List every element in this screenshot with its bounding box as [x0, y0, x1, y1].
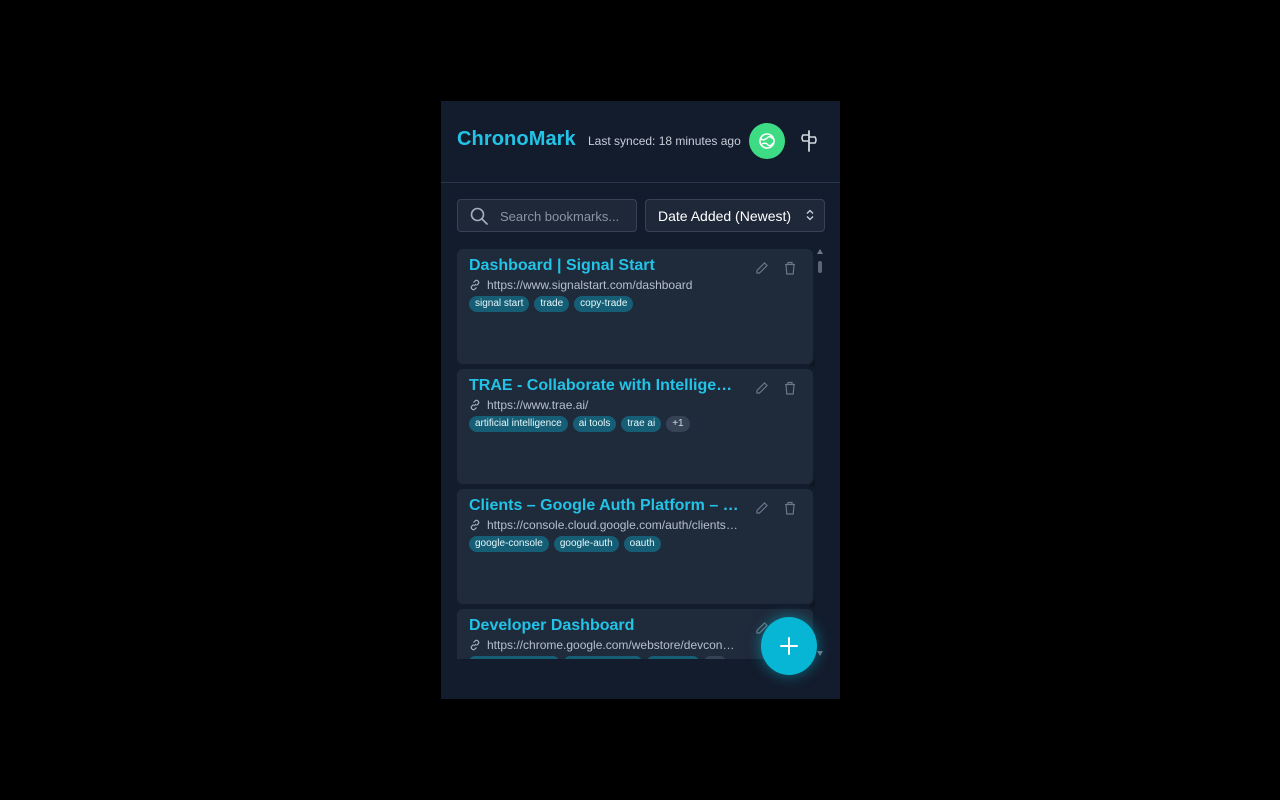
tag[interactable]: artificial intelligence — [469, 416, 568, 432]
bookmark-title[interactable]: Developer Dashboard — [469, 617, 739, 635]
edit-icon[interactable] — [755, 501, 769, 515]
sort-selected-value: Date Added (Newest) — [658, 208, 792, 224]
add-bookmark-button[interactable] — [761, 617, 817, 675]
scroll-up-arrow-icon[interactable] — [817, 249, 823, 254]
link-icon — [470, 519, 480, 531]
bookmark-title[interactable]: Clients – Google Auth Platform – ChronoM… — [469, 497, 739, 515]
plus-icon — [780, 637, 798, 655]
tag[interactable]: google-console — [469, 536, 549, 552]
link-icon — [470, 399, 480, 411]
bookmark-title[interactable]: TRAE - Collaborate with Intelligence — [469, 377, 739, 395]
bookmark-tags: google-console google-auth oauth — [469, 536, 661, 552]
extension-popup: ChronoMark Last synced: 18 minutes ago D… — [441, 101, 840, 699]
bookmark-url[interactable]: https://www.signalstart.com/dashboard — [487, 278, 739, 292]
tag[interactable]: oauth — [623, 536, 661, 552]
bookmark-url-row: https://console.cloud.google.com/auth/cl… — [469, 518, 739, 534]
select-arrows-icon — [806, 209, 814, 221]
tag[interactable]: google-auth — [553, 536, 619, 552]
scroll-down-arrow-icon[interactable] — [817, 651, 823, 656]
header: ChronoMark Last synced: 18 minutes ago — [441, 101, 840, 183]
bookmark-url[interactable]: https://console.cloud.google.com/auth/cl… — [487, 518, 739, 532]
tag[interactable]: ai tools — [572, 416, 617, 432]
bookmark-list: Dashboard | Signal Start https://www.sig… — [457, 249, 825, 659]
bookmark-tags: signal start trade copy-trade — [469, 296, 634, 312]
bookmark-tags — [469, 656, 726, 659]
tag-placeholder[interactable] — [564, 656, 642, 659]
more-tags-badge[interactable] — [704, 656, 726, 659]
bookmark-card[interactable]: TRAE - Collaborate with Intelligence htt… — [457, 369, 815, 487]
bookmark-url[interactable]: https://chrome.google.com/webstore/devco… — [487, 638, 739, 652]
sort-select[interactable]: Date Added (Newest) — [645, 199, 825, 232]
tag-placeholder[interactable] — [469, 656, 559, 659]
bookmark-url-row: https://www.trae.ai/ — [469, 398, 739, 414]
sync-button[interactable] — [749, 123, 785, 159]
search-input[interactable] — [498, 205, 634, 227]
trash-icon[interactable] — [783, 261, 797, 275]
bookmark-card[interactable]: Clients – Google Auth Platform – ChronoM… — [457, 489, 815, 607]
more-tags-badge[interactable]: +1 — [666, 416, 690, 432]
app-title: ChronoMark — [457, 128, 576, 150]
trash-icon[interactable] — [783, 501, 797, 515]
scrollbar[interactable] — [815, 249, 825, 659]
bookmark-tags: artificial intelligence ai tools trae ai… — [469, 416, 690, 432]
bookmark-title[interactable]: Dashboard | Signal Start — [469, 257, 739, 275]
bookmark-url-row: https://www.signalstart.com/dashboard — [469, 278, 739, 294]
menu-button[interactable] — [797, 125, 821, 157]
scroll-thumb[interactable] — [818, 261, 822, 273]
edit-icon[interactable] — [755, 261, 769, 275]
pin-menu-icon — [801, 130, 817, 152]
sync-status: Last synced: 18 minutes ago — [588, 134, 741, 148]
sync-globe-icon — [759, 133, 775, 149]
tag[interactable]: trade — [534, 296, 570, 312]
tag[interactable]: copy-trade — [574, 296, 634, 312]
edit-icon[interactable] — [755, 381, 769, 395]
tag-placeholder[interactable] — [647, 656, 699, 659]
bookmark-url[interactable]: https://www.trae.ai/ — [487, 398, 739, 412]
bookmark-card[interactable]: Developer Dashboard https://chrome.googl… — [457, 609, 813, 659]
tag[interactable]: signal start — [469, 296, 530, 312]
trash-icon[interactable] — [783, 381, 797, 395]
tag[interactable]: trae ai — [621, 416, 662, 432]
link-icon — [470, 279, 480, 291]
search-box[interactable] — [457, 199, 637, 232]
bookmark-url-row: https://chrome.google.com/webstore/devco… — [469, 638, 739, 654]
link-icon — [470, 639, 480, 651]
search-icon — [470, 207, 488, 225]
bookmark-card[interactable]: Dashboard | Signal Start https://www.sig… — [457, 249, 815, 367]
